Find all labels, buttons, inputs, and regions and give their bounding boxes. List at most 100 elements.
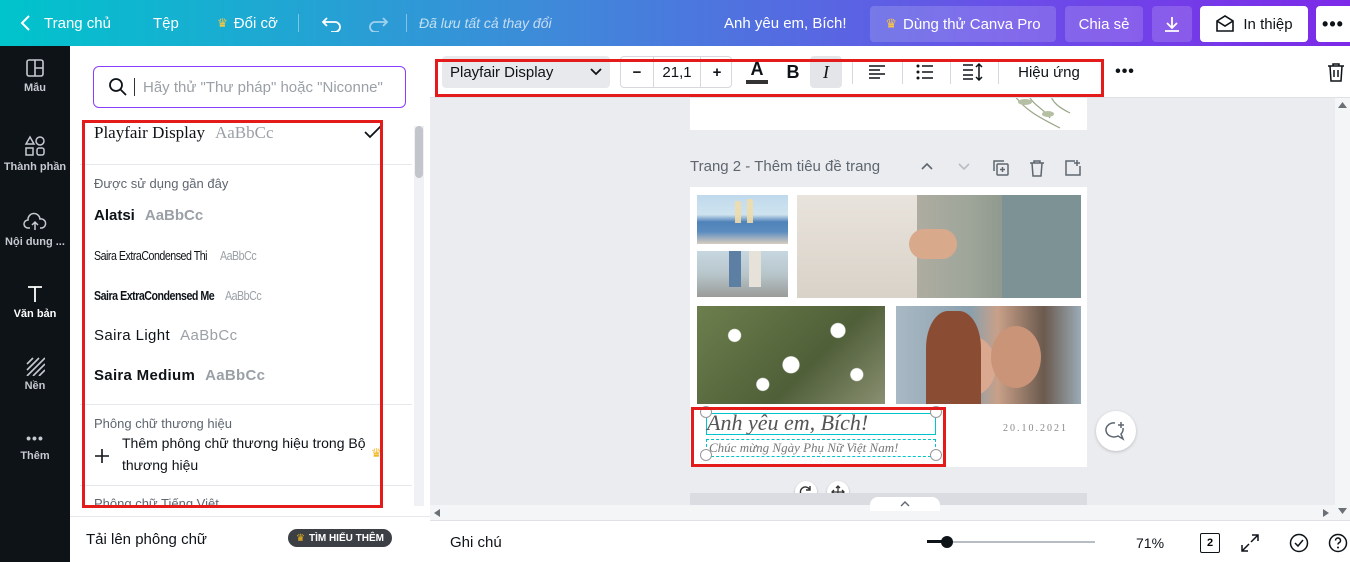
delete-button[interactable] — [1324, 56, 1348, 88]
photo-daisies[interactable] — [697, 306, 885, 404]
bullet-list-button[interactable] — [910, 56, 940, 88]
font-option[interactable]: Saira ExtraCondensed Thi AaBbCc — [80, 235, 412, 275]
leaf-decoration — [1015, 98, 1071, 129]
share-label: Chia sẻ — [1078, 15, 1130, 33]
canvas-horizontal-scrollbar[interactable] — [430, 497, 1335, 520]
date-text[interactable]: 20.10.2021 — [1003, 423, 1068, 434]
file-menu[interactable]: Tệp — [153, 0, 179, 46]
font-option[interactable]: Saira ExtraCondensed Me AaBbCc — [80, 275, 412, 315]
font-name: Saira ExtraCondensed Thi — [94, 247, 208, 263]
sidebar-item-background[interactable]: Nền — [0, 344, 70, 404]
add-comment-button[interactable] — [1096, 411, 1136, 451]
font-option[interactable]: Saira Light AaBbCc — [80, 315, 412, 355]
font-search-input[interactable]: Hãy thử "Thư pháp" hoặc "Niconne" — [143, 79, 383, 96]
sidebar-item-uploads[interactable]: Nội dung ... — [0, 200, 70, 260]
zoom-slider[interactable] — [927, 534, 1095, 550]
font-name: Saira ExtraCondensed Me — [94, 287, 215, 303]
sidebar-item-text[interactable]: Văn bản — [0, 272, 70, 332]
canvas-area: Trang 2 - Thêm tiêu đề trang Anh yêu em,… — [430, 98, 1350, 520]
font-size-decrease-button[interactable]: − — [621, 64, 653, 81]
page-count-button[interactable]: 2 — [1200, 533, 1220, 553]
page-count: 2 — [1206, 537, 1214, 549]
notes-button[interactable]: Ghi chú — [450, 534, 502, 551]
share-button[interactable]: Chia sẻ — [1065, 6, 1143, 42]
delete-page-icon[interactable] — [1029, 159, 1045, 177]
sidebar-item-templates[interactable]: Mẫu — [0, 46, 70, 106]
bold-button[interactable]: B — [778, 56, 808, 88]
chevron-left-icon — [20, 15, 30, 31]
chevron-up-icon[interactable] — [920, 159, 934, 173]
try-pro-button[interactable]: ♛ Dùng thử Canva Pro — [870, 6, 1056, 42]
page-1[interactable] — [690, 98, 1087, 130]
more-menu-button[interactable]: ••• — [1316, 6, 1350, 42]
add-page-icon[interactable] — [1064, 159, 1082, 177]
photo-champagne[interactable] — [697, 195, 788, 244]
more-options-button[interactable]: ••• — [1110, 56, 1140, 88]
canvas-vertical-scrollbar[interactable] — [1335, 98, 1350, 520]
learn-more-badge[interactable]: ♛ TÌM HIỂU THÊM — [288, 529, 392, 547]
scroll-up-icon[interactable] — [1338, 102, 1347, 108]
italic-button[interactable]: I — [810, 56, 842, 88]
font-size-input[interactable]: 21,1 — [654, 64, 700, 81]
scrollbar-thumb[interactable] — [415, 126, 423, 178]
download-button[interactable] — [1152, 6, 1192, 42]
photo-holding-hands[interactable] — [797, 195, 1081, 298]
heading-text-box[interactable]: Anh yêu em, Bích! — [706, 410, 936, 436]
subheading-text-box[interactable]: Chúc mừng Ngày Phụ Nữ Việt Nam! — [706, 439, 936, 457]
help-icon[interactable] — [1328, 533, 1348, 553]
add-brand-font-button[interactable]: Thêm phông chữ thương hiệu trong Bộ thươ… — [94, 432, 394, 480]
photo-couple-kiss[interactable] — [896, 306, 1081, 404]
zoom-thumb[interactable] — [941, 536, 953, 548]
scroll-right-icon[interactable] — [1323, 509, 1329, 517]
font-option[interactable]: Saira Medium AaBbCc — [80, 355, 412, 395]
align-left-button[interactable] — [862, 56, 892, 88]
design-title[interactable]: Anh yêu em, Bích! — [724, 0, 847, 46]
scroll-left-icon[interactable] — [434, 509, 440, 517]
scroll-down-icon[interactable] — [1338, 508, 1347, 514]
resize-handle[interactable] — [700, 449, 712, 461]
font-search-box[interactable]: Hãy thử "Thư pháp" hoặc "Niconne" — [93, 66, 406, 108]
undo-button[interactable] — [321, 0, 343, 46]
resize-handle[interactable] — [930, 449, 942, 461]
envelope-icon — [1216, 15, 1235, 32]
subheading-text[interactable]: Chúc mừng Ngày Phụ Nữ Việt Nam! — [709, 440, 898, 456]
zoom-level[interactable]: 71% — [1136, 535, 1164, 551]
text-color-button[interactable]: A — [742, 56, 772, 88]
duplicate-page-icon[interactable] — [992, 159, 1010, 177]
resize-handle[interactable] — [930, 406, 942, 418]
font-sample: AaBbCc — [144, 206, 204, 224]
upload-font-row[interactable]: Tải lên phông chữ ♛ TÌM HIỂU THÊM — [70, 516, 430, 562]
font-family-dropdown[interactable]: Playfair Display — [442, 56, 610, 88]
show-pages-tab[interactable] — [870, 497, 940, 511]
crown-icon: ♛ — [371, 446, 382, 460]
sidebar-item-more[interactable]: ••• Thêm — [0, 416, 70, 476]
resize-handle[interactable] — [700, 406, 712, 418]
brand-fonts-label: Phông chữ thương hiệu — [94, 416, 232, 431]
font-size-increase-button[interactable]: + — [701, 64, 733, 81]
redo-button[interactable] — [367, 0, 389, 46]
photo-couple-feet[interactable] — [697, 251, 788, 297]
crown-icon: ♛ — [885, 16, 898, 31]
spacing-button[interactable] — [958, 56, 988, 88]
heading-text[interactable]: Anh yêu em, Bích! — [707, 410, 868, 436]
check-circle-icon[interactable] — [1289, 533, 1309, 553]
resize-button[interactable]: ♛ Đổi cỡ — [217, 0, 278, 46]
fullscreen-icon[interactable] — [1241, 534, 1259, 552]
page-title[interactable]: Trang 2 - Thêm tiêu đề trang — [690, 158, 880, 175]
chevron-down-icon[interactable] — [957, 159, 971, 173]
divider — [80, 404, 412, 405]
font-list-scrollbar[interactable] — [414, 126, 424, 506]
font-option[interactable]: Alatsi AaBbCc — [80, 195, 412, 235]
comment-add-icon — [1105, 422, 1125, 441]
home-button[interactable]: Trang chủ — [20, 0, 111, 46]
page-2[interactable]: Anh yêu em, Bích! Chúc mừng Ngày Phụ Nữ … — [690, 187, 1087, 467]
glass-right — [747, 199, 753, 223]
home-label: Trang chủ — [44, 14, 111, 32]
sidebar-item-elements[interactable]: Thành phần — [0, 124, 70, 184]
font-size-stepper: − 21,1 + — [620, 56, 732, 88]
font-option-selected[interactable]: Playfair Display AaBbCc — [80, 121, 412, 153]
print-button[interactable]: In thiệp — [1200, 6, 1308, 42]
effects-button[interactable]: Hiệu ứng — [1010, 56, 1088, 88]
plus-icon — [95, 449, 109, 463]
line-spacing-icon — [963, 63, 983, 81]
